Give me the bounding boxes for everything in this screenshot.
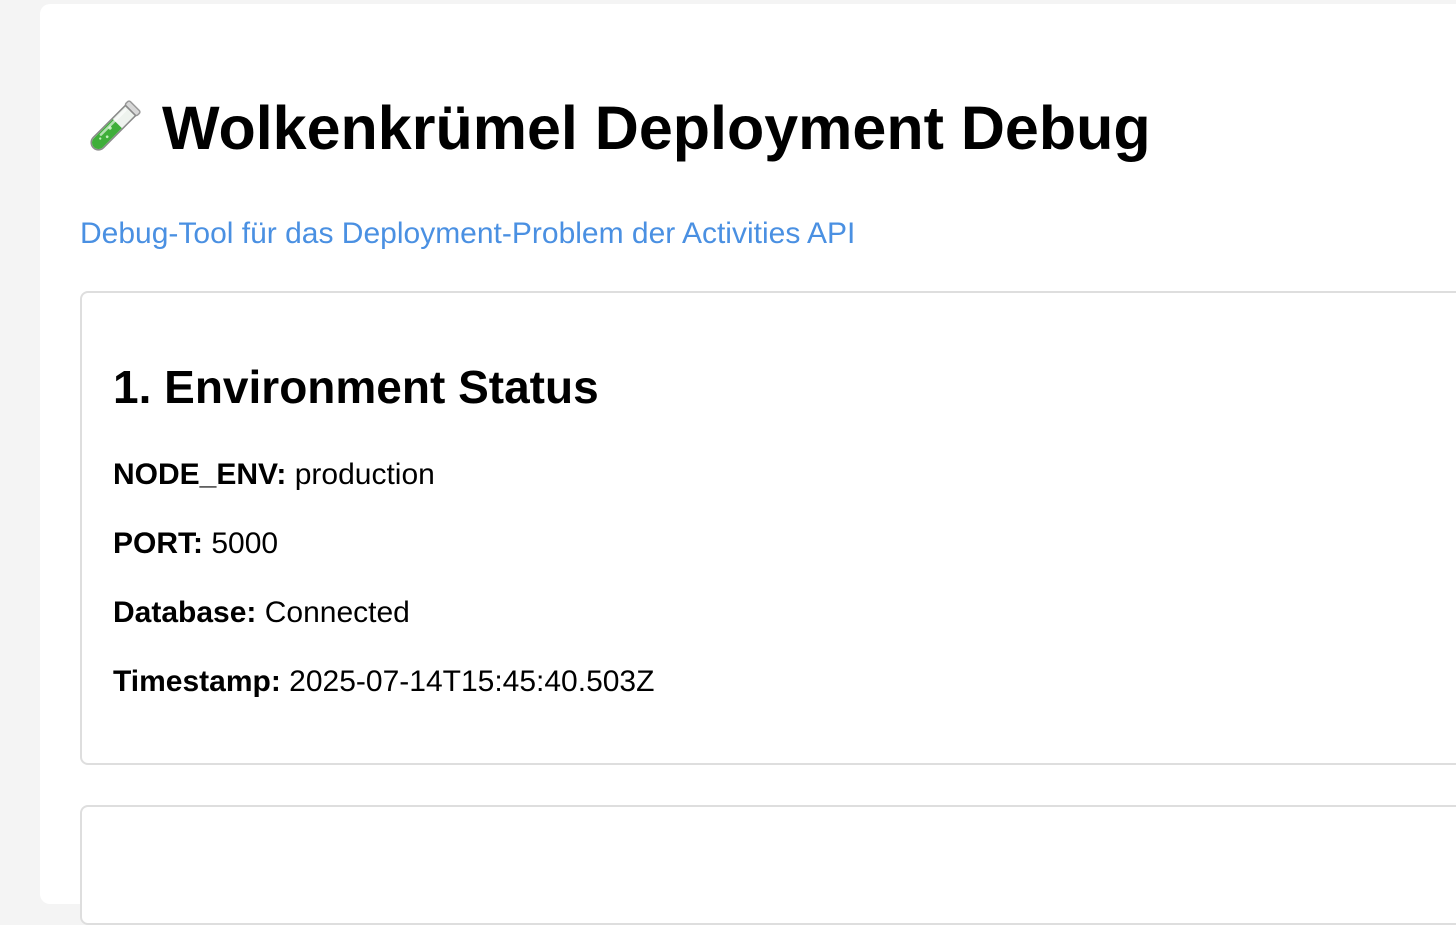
env-field-label: Timestamp: [113, 665, 281, 698]
environment-status-title: 1. Environment Status [113, 361, 599, 413]
env-field-node-env: NODE_ENV: production [113, 455, 435, 495]
env-field-timestamp: Timestamp: 2025-07-14T15:45:40.503Z [113, 662, 654, 702]
env-field-value: Connected [264, 596, 410, 629]
env-field-label: NODE_ENV: [113, 458, 287, 491]
env-field-port: PORT: 5000 [113, 524, 278, 564]
env-field-label: Database: [113, 596, 257, 629]
debug-page-container: Wolkenkrümel Deployment Debug Debug-Tool… [40, 4, 1456, 925]
env-field-value: production [294, 458, 435, 491]
environment-status-card: 1. Environment Status NODE_ENV: producti… [80, 291, 1456, 765]
next-section-card [80, 805, 1456, 925]
page-subtitle: Debug-Tool für das Deployment-Problem de… [80, 217, 856, 250]
page-title-text: Wolkenkrümel Deployment Debug [162, 94, 1151, 162]
env-field-label: PORT: [113, 527, 203, 560]
env-field-database: Database: Connected [113, 593, 410, 633]
page-title: Wolkenkrümel Deployment Debug [80, 92, 1151, 164]
test-tube-icon [90, 100, 141, 151]
env-field-value: 5000 [211, 527, 279, 560]
env-field-value: 2025-07-14T15:45:40.503Z [289, 665, 655, 698]
